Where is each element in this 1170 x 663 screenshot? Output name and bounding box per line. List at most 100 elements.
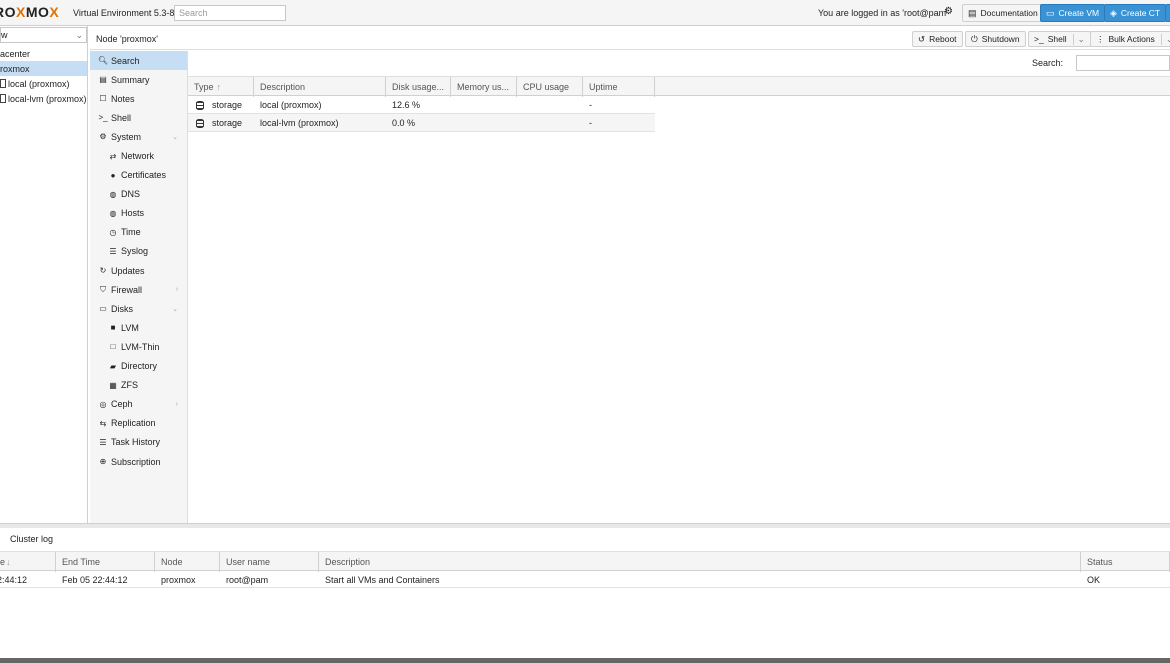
ellipsis-v-icon: ⋮ [1096,33,1105,44]
menu-item-disks[interactable]: ▭ Disks ⌄ [90,299,187,318]
database-icon [196,100,204,110]
grid-header: Type ↑ Description Disk usage... Memory u… [188,76,1170,97]
create-vm-button[interactable]: ▭ Create VM [1040,4,1106,22]
bulk-actions-button[interactable]: ⋮ Bulk Actions ⌄ [1090,31,1170,47]
column-header-node[interactable]: Node [155,552,220,572]
menu-item-system[interactable]: ⚙ System ⌄ [90,127,187,146]
list-icon: ☰ [109,246,117,256]
node-toolbar: Node 'proxmox' ↺ Reboot ⏻ Shutdown >_ Shell… [90,27,1170,50]
chevron-down-icon: ⌄ [75,29,83,40]
user-settings-gear-icon[interactable]: ⚙ [944,7,953,17]
proxmox-logo: ROXMOX [0,4,60,20]
globe-icon: ◍ [109,189,117,199]
column-header-user-name[interactable]: User name [220,552,319,572]
menu-item-lvm[interactable]: ■ LVM [90,318,187,337]
column-header-uptime[interactable]: Uptime [583,77,655,97]
tree-item-datacenter[interactable]: acenter [0,46,87,61]
undo-icon: ↺ [918,33,926,44]
menu-item-replication[interactable]: ⇆ Replication [90,414,187,433]
grid-search-input[interactable] [1076,55,1170,71]
notes-icon: ☐ [99,94,107,104]
shutdown-button[interactable]: ⏻ Shutdown [965,31,1026,47]
clock-icon: ◷ [109,227,117,237]
menu-item-dns[interactable]: ◍ DNS [90,185,187,204]
menu-item-zfs[interactable]: ▦ ZFS [90,376,187,395]
sort-asc-icon: ↑ [216,82,222,92]
cube-icon: ◈ [1110,7,1117,18]
menu-item-hosts[interactable]: ◍ Hosts [90,204,187,223]
menu-item-lvm-thin[interactable]: □ LVM-Thin [90,337,187,356]
node-title: Node 'proxmox' [96,34,158,44]
column-header-description[interactable]: Description [319,552,1081,572]
menu-item-syslog[interactable]: ☰ Syslog [90,242,187,261]
chevron-right-icon: › [175,400,178,408]
column-header-end-time[interactable]: End Time [56,552,155,572]
storage-icon [0,79,6,88]
shield-icon: ⛉ [100,284,106,294]
retweet-icon: ⇆ [99,418,107,428]
create-ct-button[interactable]: ◈ Create CT [1104,4,1167,22]
square-icon: ■ [110,323,116,333]
terminal-icon: >_ [98,113,108,123]
menu-item-time[interactable]: ◷ Time [90,223,187,242]
log-row[interactable]: 2:44:12 Feb 05 22:44:12 proxmox root@pam… [0,571,1170,588]
refresh-icon: ↻ [99,266,107,276]
book-icon: ▤ [99,75,107,85]
globe-icon: ◍ [109,208,117,218]
chevron-down-icon: ⌄ [1160,33,1170,45]
chevron-down-icon: ⌄ [1072,33,1085,45]
menu-item-ceph[interactable]: ◎ Ceph › [90,395,187,414]
folder-icon: ▰ [109,361,117,371]
more-button[interactable] [1165,4,1170,22]
tree-item-storage-local-lvm[interactable]: local-lvm (proxmox) [0,91,87,106]
column-header-disk-usage[interactable]: Disk usage... [386,77,451,97]
menu-item-network[interactable]: ⇄ Network [90,146,187,165]
log-header: e ↓ End Time Node User name Description S… [0,551,1170,572]
column-header-memory-usage[interactable]: Memory us... [451,77,517,97]
grid-search-label: Search: [1032,58,1064,68]
table-row[interactable]: storage local-lvm (proxmox) 0.0 % - [188,114,655,132]
menu-item-directory[interactable]: ▰ Directory [90,357,187,376]
ceph-icon: ◎ [99,399,107,409]
table-row[interactable]: storage local (proxmox) 12.6 % - [188,96,655,114]
logged-in-label: You are logged in as 'root@pam' [818,8,948,18]
chevron-down-icon: ⌄ [172,133,178,141]
gears-icon: ⚙ [99,132,107,142]
top-header: ROXMOX Virtual Environment 5.3-8 You are… [0,0,1170,26]
chevron-down-icon: ⌄ [172,305,178,313]
menu-item-subscription[interactable]: ⊕ Subscription [90,452,187,471]
node-menu: 🔍︎ Search ▤ Summary ☐ Notes >_ Shell ⚙ System… [90,51,188,523]
shell-button[interactable]: >_ Shell ⌄ [1028,31,1091,47]
menu-item-shell[interactable]: >_ Shell [90,108,187,127]
search-grid-panel: Search: Type ↑ Description Disk usage... … [188,51,1170,523]
column-header-start-time[interactable]: e ↓ [0,552,56,572]
resource-tree: w ⌄ acenter roxmox local (proxmox) local… [0,26,88,523]
view-selector[interactable]: w ⌄ [0,27,87,43]
menu-item-certificates[interactable]: ● Certificates [90,166,187,185]
power-off-icon: ⏻ [971,33,978,44]
documentation-button[interactable]: ▤ Documentation [962,4,1044,22]
search-icon: 🔍︎ [97,56,109,66]
menu-item-notes[interactable]: ☐ Notes [90,89,187,108]
certificate-icon: ● [110,170,116,180]
menu-item-search[interactable]: 🔍︎ Search [90,51,187,71]
menu-item-summary[interactable]: ▤ Summary [90,70,187,89]
storage-icon [0,94,6,103]
menu-item-updates[interactable]: ↻ Updates [90,261,187,280]
column-header-status[interactable]: Status [1081,552,1170,572]
bottom-border [0,658,1170,663]
th-large-icon: ▦ [109,380,117,390]
global-search-input[interactable] [174,5,286,21]
column-header-description[interactable]: Description [254,77,386,97]
menu-item-task-history[interactable]: ☰ Task History [90,433,187,452]
menu-item-firewall[interactable]: ⛉ Firewall › [90,280,187,299]
tree-item-storage-local[interactable]: local (proxmox) [0,76,87,91]
version-label: Virtual Environment 5.3-8 [73,8,175,18]
cluster-log-title: Cluster log [10,534,54,544]
square-outline-icon: □ [110,342,116,352]
cluster-log-panel: Cluster log e ↓ End Time Node User name D… [0,528,1170,658]
column-header-cpu-usage[interactable]: CPU usage [517,77,583,97]
column-header-type[interactable]: Type ↑ [188,77,254,97]
reboot-button[interactable]: ↺ Reboot [912,31,963,47]
tree-item-node-proxmox[interactable]: roxmox [0,61,87,76]
